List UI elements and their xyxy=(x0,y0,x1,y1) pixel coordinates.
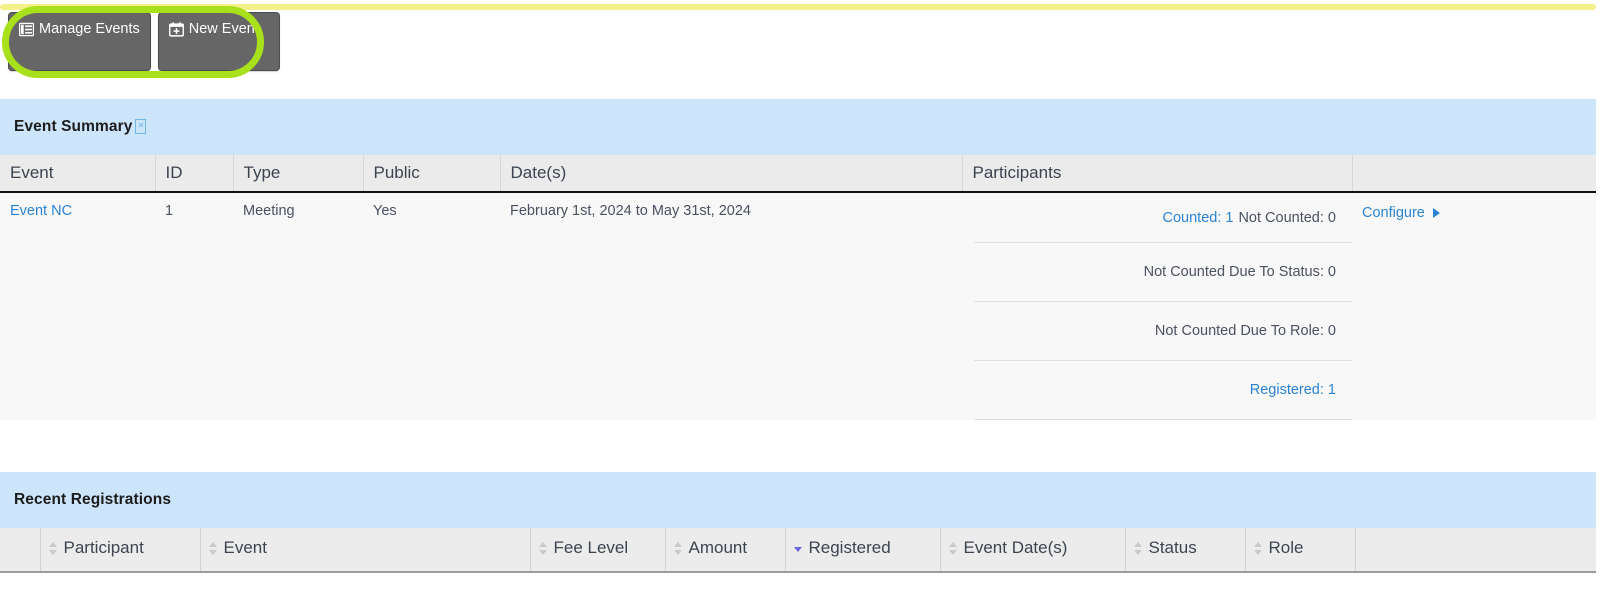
col-actions xyxy=(1352,155,1596,193)
sort-arrows-icon[interactable] xyxy=(948,541,958,556)
cell-participants: Counted: 1 Not Counted: 0 Not Counted Du… xyxy=(962,192,1352,420)
cell-id: 1 xyxy=(155,192,233,420)
recent-registrations-panel: Recent Registrations Participant Event F… xyxy=(0,472,1596,573)
table-header-row: Participant Event Fee Level Amount Regis… xyxy=(0,528,1596,573)
sort-descending-icon[interactable] xyxy=(793,541,803,556)
col-participant-label: Participant xyxy=(63,538,144,557)
col-participants[interactable]: Participants xyxy=(962,155,1353,193)
cell-event: Event NC xyxy=(0,192,155,420)
registered-link[interactable]: Registered: 1 xyxy=(1250,382,1336,398)
col-fee-level[interactable]: Fee Level xyxy=(530,528,666,573)
col-participant[interactable]: Participant xyxy=(40,528,201,573)
col-role[interactable]: Role xyxy=(1245,528,1356,573)
sort-arrows-icon[interactable] xyxy=(673,541,683,556)
recent-registrations-title: Recent Registrations xyxy=(14,491,172,508)
not-counted-status-label: Not Counted Due To Status: 0 xyxy=(1143,264,1336,280)
cell-dates: February 1st, 2024 to May 31st, 2024 xyxy=(500,192,962,420)
col-public[interactable]: Public xyxy=(363,155,501,193)
counted-link[interactable]: Counted: 1 xyxy=(1163,210,1234,226)
toolbar: Manage Events New Event xyxy=(8,12,280,71)
col-event[interactable]: Event xyxy=(200,528,531,573)
missing-glyph-icon xyxy=(135,118,147,134)
col-event[interactable]: Event xyxy=(0,155,156,193)
col-select-spacer xyxy=(0,528,41,573)
col-id[interactable]: ID xyxy=(155,155,234,193)
cell-configure: Configure xyxy=(1352,192,1596,420)
cell-public: Yes xyxy=(363,192,500,420)
col-registered[interactable]: Registered xyxy=(785,528,941,573)
not-counted-label: Not Counted: 0 xyxy=(1238,209,1336,226)
new-event-label: New Event xyxy=(188,21,259,37)
col-dates[interactable]: Date(s) xyxy=(500,155,963,193)
participants-not-counted-status-row: Not Counted Due To Status: 0 xyxy=(974,243,1352,302)
table-row: Event NC 1 Meeting Yes February 1st, 202… xyxy=(0,192,1596,420)
list-table-icon xyxy=(19,22,34,37)
col-amount-label: Amount xyxy=(688,538,748,557)
new-event-button[interactable]: New Event xyxy=(157,12,280,71)
col-status-label: Status xyxy=(1148,538,1197,557)
col-event-label: Event xyxy=(223,538,267,557)
manage-events-button[interactable]: Manage Events xyxy=(8,12,151,71)
col-actions-spacer xyxy=(1355,528,1596,573)
top-yellow-rule xyxy=(0,4,1596,10)
event-name-link[interactable]: Event NC xyxy=(10,203,72,219)
page-root: Manage Events New Event Event Summary ✕ … xyxy=(0,0,1596,603)
sort-arrows-icon[interactable] xyxy=(208,541,218,556)
sort-arrows-icon[interactable] xyxy=(1253,541,1263,556)
participants-counted-row: Counted: 1 Not Counted: 0 xyxy=(974,193,1352,243)
col-event-dates-label: Event Date(s) xyxy=(963,538,1068,557)
configure-link[interactable]: Configure xyxy=(1362,205,1425,221)
col-amount[interactable]: Amount xyxy=(665,528,786,573)
col-role-label: Role xyxy=(1268,538,1304,557)
col-fee-level-label: Fee Level xyxy=(553,538,629,557)
col-event-dates[interactable]: Event Date(s) xyxy=(940,528,1126,573)
not-counted-role-label: Not Counted Due To Role: 0 xyxy=(1154,323,1336,339)
participants-not-counted-role-row: Not Counted Due To Role: 0 xyxy=(974,302,1352,361)
col-registered-label: Registered xyxy=(808,538,891,557)
cell-type: Meeting xyxy=(233,192,363,420)
recent-registrations-table: Participant Event Fee Level Amount Regis… xyxy=(0,528,1596,573)
event-summary-panel: Event Summary Event ID Type Public Date(… xyxy=(0,99,1596,420)
participants-registered-row: Registered: 1 xyxy=(974,361,1352,420)
sort-arrows-icon[interactable] xyxy=(1133,541,1143,556)
event-summary-table: Event ID Type Public Date(s) Participant… xyxy=(0,155,1596,420)
manage-events-label: Manage Events xyxy=(39,21,140,37)
chevron-right-icon[interactable] xyxy=(1432,208,1440,218)
col-status[interactable]: Status xyxy=(1125,528,1246,573)
table-header-row: Event ID Type Public Date(s) Participant… xyxy=(0,155,1596,193)
calendar-plus-icon xyxy=(168,22,184,37)
recent-registrations-header: Recent Registrations xyxy=(0,472,1596,528)
sort-arrows-icon[interactable] xyxy=(538,541,548,556)
col-type[interactable]: Type xyxy=(233,155,364,193)
event-summary-title: Event Summary xyxy=(14,118,133,135)
sort-arrows-icon[interactable] xyxy=(48,541,58,556)
event-summary-header: Event Summary xyxy=(0,99,1596,155)
